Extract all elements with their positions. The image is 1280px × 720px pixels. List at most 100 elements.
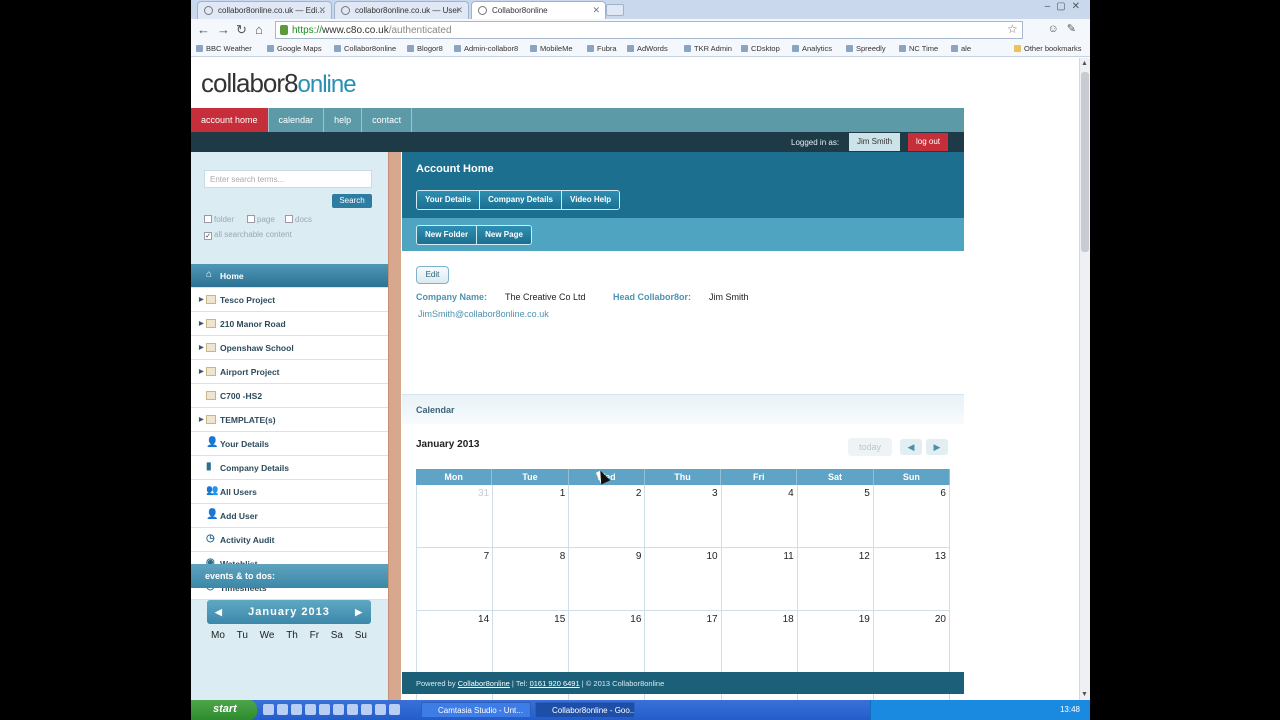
reload-icon[interactable]: ↻ xyxy=(236,22,247,38)
calendar-day-cell[interactable]: 6 xyxy=(873,485,950,548)
bookmark[interactable]: BBC Weather xyxy=(196,44,252,53)
calendar-day-cell[interactable]: 16 xyxy=(569,611,646,674)
new-page-button[interactable]: New Page xyxy=(477,226,531,244)
calendar-day-cell[interactable]: 11 xyxy=(721,548,798,611)
calendar-day-cell[interactable]: 31 xyxy=(416,485,494,548)
bookmark[interactable]: AdWords xyxy=(627,44,668,53)
quicklaunch-icon[interactable] xyxy=(319,704,330,715)
page-scrollbar[interactable]: ▲ ▼ xyxy=(1079,58,1090,700)
quicklaunch-icon[interactable] xyxy=(291,704,302,715)
scroll-down-icon[interactable]: ▼ xyxy=(1081,691,1088,698)
calendar-day-cell[interactable]: 7 xyxy=(416,548,494,611)
expand-arrow-icon[interactable]: ▶ xyxy=(199,416,204,423)
sidebar-item-home[interactable]: ⌂ Home xyxy=(191,264,388,288)
bookmark[interactable]: TKR Admin xyxy=(684,44,732,53)
expand-arrow-icon[interactable]: ▶ xyxy=(199,344,204,351)
edit-button[interactable]: Edit xyxy=(416,266,449,284)
nav-help[interactable]: help xyxy=(324,108,363,132)
start-button[interactable]: start xyxy=(191,700,257,720)
quicklaunch-icon[interactable] xyxy=(389,704,400,715)
browser-tab[interactable]: collabor8online.co.uk — Edi… ✕ xyxy=(197,1,332,19)
back-arrow-icon[interactable]: ← xyxy=(197,22,210,37)
browser-tab-active[interactable]: Collabor8online ✕ xyxy=(471,1,606,19)
bookmark[interactable]: Fubra xyxy=(587,44,617,53)
filter-page-checkbox[interactable]: page xyxy=(247,215,275,224)
scroll-up-icon[interactable]: ▲ xyxy=(1081,60,1088,67)
filter-all-checkbox[interactable]: ✓ all searchable content xyxy=(204,230,292,240)
calendar-next-icon[interactable]: ▶ xyxy=(926,439,948,455)
sidebar-item-tesco-project[interactable]: ▶ Tesco Project xyxy=(191,288,388,312)
nav-contact[interactable]: contact xyxy=(362,108,413,132)
calendar-day-cell[interactable]: 14 xyxy=(416,611,494,674)
checkbox-checked-icon[interactable]: ✓ xyxy=(204,232,212,240)
sidebar-item-activity-audit[interactable]: ◷ Activity Audit xyxy=(191,528,388,552)
new-tab-button[interactable] xyxy=(606,4,624,16)
sidebar-item-210-manor-road[interactable]: ▶ 210 Manor Road xyxy=(191,312,388,336)
filter-folder-checkbox[interactable]: folder xyxy=(204,215,234,224)
calendar-day-cell[interactable]: 12 xyxy=(797,548,874,611)
calendar-day-cell[interactable]: 17 xyxy=(645,611,722,674)
calendar-day-cell[interactable]: 15 xyxy=(493,611,570,674)
next-month-icon[interactable]: ▶ xyxy=(355,600,363,624)
quicklaunch-icon[interactable] xyxy=(277,704,288,715)
today-button[interactable]: today xyxy=(848,438,892,456)
quicklaunch-icon[interactable] xyxy=(361,704,372,715)
calendar-day-cell[interactable]: 20 xyxy=(873,611,950,674)
nav-account-home[interactable]: account home xyxy=(191,108,269,132)
email-link[interactable]: JimSmith@collabor8online.co.uk xyxy=(418,309,549,319)
new-folder-button[interactable]: New Folder xyxy=(417,226,478,244)
footer-tel[interactable]: 0161 920 6491 xyxy=(530,679,580,688)
close-tab-icon[interactable]: ✕ xyxy=(592,5,600,16)
quicklaunch-icon[interactable] xyxy=(305,704,316,715)
bookmark[interactable]: Blogor8 xyxy=(407,44,443,53)
bookmark[interactable]: Google Maps xyxy=(267,44,322,53)
calendar-day-cell[interactable]: 10 xyxy=(645,548,722,611)
calendar-day-cell[interactable]: 9 xyxy=(569,548,646,611)
calendar-day-cell[interactable]: 5 xyxy=(797,485,874,548)
taskbar-item-camtasia[interactable]: Camtasia Studio - Unt... xyxy=(421,702,531,718)
forward-arrow-icon[interactable]: → xyxy=(217,22,230,37)
checkbox-icon[interactable] xyxy=(285,215,293,223)
calendar-day-cell[interactable]: 18 xyxy=(721,611,798,674)
expand-arrow-icon[interactable]: ▶ xyxy=(199,296,204,303)
quicklaunch-icon[interactable] xyxy=(347,704,358,715)
bookmark[interactable]: Analytics xyxy=(792,44,832,53)
calendar-day-cell[interactable]: 19 xyxy=(797,611,874,674)
sidebar-item-company-details[interactable]: ▮ Company Details xyxy=(191,456,388,480)
tab-your-details[interactable]: Your Details xyxy=(417,191,481,209)
quicklaunch-icon[interactable] xyxy=(333,704,344,715)
taskbar-item-chrome[interactable]: Collabor8online - Goo... xyxy=(535,702,635,718)
calendar-day-cell[interactable]: 2 xyxy=(569,485,646,548)
quicklaunch-icon[interactable] xyxy=(375,704,386,715)
bookmark[interactable]: ale xyxy=(951,44,971,53)
tab-video-help[interactable]: Video Help xyxy=(562,191,620,209)
bookmark[interactable]: Admin-collabor8 xyxy=(454,44,518,53)
close-tab-icon[interactable]: ✕ xyxy=(455,5,463,16)
scrollbar-thumb[interactable] xyxy=(1081,72,1089,252)
nav-calendar[interactable]: calendar xyxy=(269,108,325,132)
other-bookmarks-folder[interactable]: Other bookmarks xyxy=(1014,44,1082,53)
calendar-day-cell[interactable]: 13 xyxy=(873,548,950,611)
calendar-day-cell[interactable]: 4 xyxy=(721,485,798,548)
filter-docs-checkbox[interactable]: docs xyxy=(285,215,312,224)
close-tab-icon[interactable]: ✕ xyxy=(318,5,326,16)
search-button[interactable]: Search xyxy=(332,194,372,208)
checkbox-icon[interactable] xyxy=(247,215,255,223)
bookmark[interactable]: NC Time xyxy=(899,44,938,53)
expand-arrow-icon[interactable]: ▶ xyxy=(199,320,204,327)
wrench-icon[interactable]: ☺✎ xyxy=(1048,22,1084,35)
bookmark[interactable]: MobileMe xyxy=(530,44,573,53)
sidebar-item-add-user[interactable]: 👤 Add User xyxy=(191,504,388,528)
window-controls[interactable]: ‒▢✕ xyxy=(1045,1,1086,12)
browser-tab[interactable]: collabor8online.co.uk — User ✕ xyxy=(334,1,469,19)
home-icon[interactable]: ⌂ xyxy=(255,22,263,37)
sidebar-item-your-details[interactable]: 👤 Your Details xyxy=(191,432,388,456)
sidebar-item-c700-hs2[interactable]: C700 -HS2 xyxy=(191,384,388,408)
calendar-prev-icon[interactable]: ◀ xyxy=(900,439,922,455)
calendar-day-cell[interactable]: 8 xyxy=(493,548,570,611)
sidebar-item-airport-project[interactable]: ▶ Airport Project xyxy=(191,360,388,384)
bookmark[interactable]: Spreedly xyxy=(846,44,886,53)
calendar-day-cell[interactable]: 3 xyxy=(645,485,722,548)
bookmark[interactable]: CDsktop xyxy=(741,44,780,53)
quicklaunch-icon[interactable] xyxy=(263,704,274,715)
